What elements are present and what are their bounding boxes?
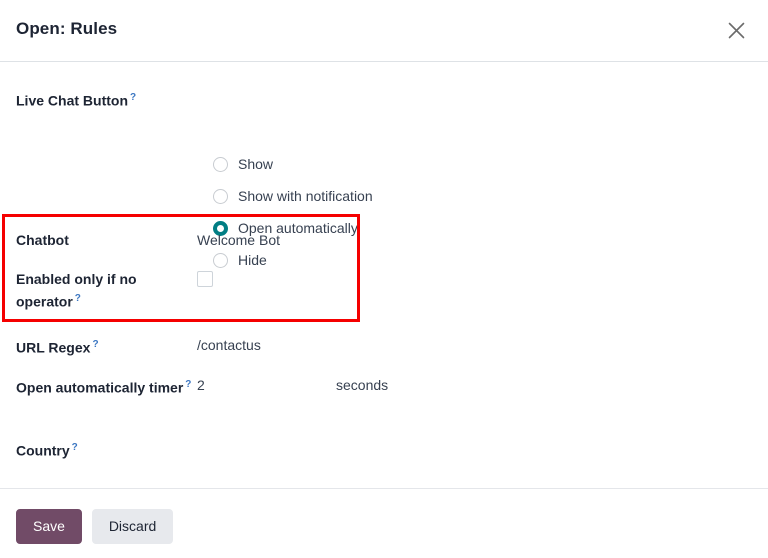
field-row-open-automatically-timer: Open automatically timer? 2 seconds <box>0 375 768 398</box>
dialog-title: Open: Rules <box>16 19 118 38</box>
field-row-url-regex: URL Regex? /contactus <box>0 335 768 358</box>
radio-label-hide: Hide <box>238 252 267 268</box>
field-label-enabled-only-if-no-operator: Enabled only if no operator? <box>0 269 197 312</box>
radio-group-live-chat-button: Show Show with notification Open automat… <box>213 148 373 276</box>
dialog-body: Live Chat Button? Show Show with notific… <box>0 62 768 488</box>
radio-icon-show[interactable] <box>213 156 228 172</box>
field-label-open-automatically-timer: Open automatically timer? <box>0 375 197 398</box>
save-button[interactable]: Save <box>16 509 82 544</box>
help-icon-url-regex[interactable]: ? <box>92 339 98 350</box>
help-icon-live-chat-button[interactable]: ? <box>130 92 136 103</box>
discard-button[interactable]: Discard <box>91 509 174 544</box>
field-row-country: Country? <box>0 438 768 461</box>
field-unit-open-automatically-timer: seconds <box>336 377 389 393</box>
country-label-text: Country <box>16 442 70 459</box>
radio-icon-show-with-notification[interactable] <box>213 188 228 204</box>
radio-label-show: Show <box>238 156 274 172</box>
field-label-live-chat-button: Live Chat Button? <box>0 88 197 111</box>
close-button[interactable] <box>718 12 754 48</box>
field-value-chatbot[interactable]: Welcome Bot <box>197 230 280 250</box>
field-label-url-regex: URL Regex? <box>0 335 197 358</box>
help-icon-open-automatically-timer[interactable]: ? <box>185 379 191 390</box>
field-value-enabled-only-if-no-operator <box>197 269 213 292</box>
field-value-open-automatically-timer[interactable]: 2 <box>197 375 336 395</box>
field-row-live-chat-button: Live Chat Button? <box>0 88 768 111</box>
field-row-enabled-only-if-no-operator: Enabled only if no operator? <box>0 269 768 312</box>
field-row-chatbot: Chatbot Welcome Bot <box>0 230 768 250</box>
field-value-url-regex[interactable]: /contactus <box>197 335 261 355</box>
chatbot-label-text: Chatbot <box>16 232 69 248</box>
radio-icon-hide[interactable] <box>213 252 228 268</box>
dialog-footer: Save Discard <box>0 488 768 558</box>
checkbox-enabled-only-if-no-operator[interactable] <box>197 271 213 287</box>
help-icon-country[interactable]: ? <box>72 442 78 453</box>
live-chat-button-label-text: Live Chat Button <box>16 92 128 109</box>
field-label-country: Country? <box>0 438 197 461</box>
help-icon-enabled-only-if-no-operator[interactable]: ? <box>75 293 81 304</box>
radio-option-show[interactable]: Show <box>213 148 373 180</box>
field-label-chatbot: Chatbot <box>0 230 197 250</box>
radio-option-show-with-notification[interactable]: Show with notification <box>213 180 373 212</box>
open-automatically-timer-label-text: Open automatically timer <box>16 379 184 396</box>
url-regex-label-text: URL Regex <box>16 339 91 356</box>
dialog-header: Open: Rules <box>0 0 768 62</box>
radio-label-show-with-notification: Show with notification <box>238 188 373 204</box>
close-icon <box>727 21 746 40</box>
